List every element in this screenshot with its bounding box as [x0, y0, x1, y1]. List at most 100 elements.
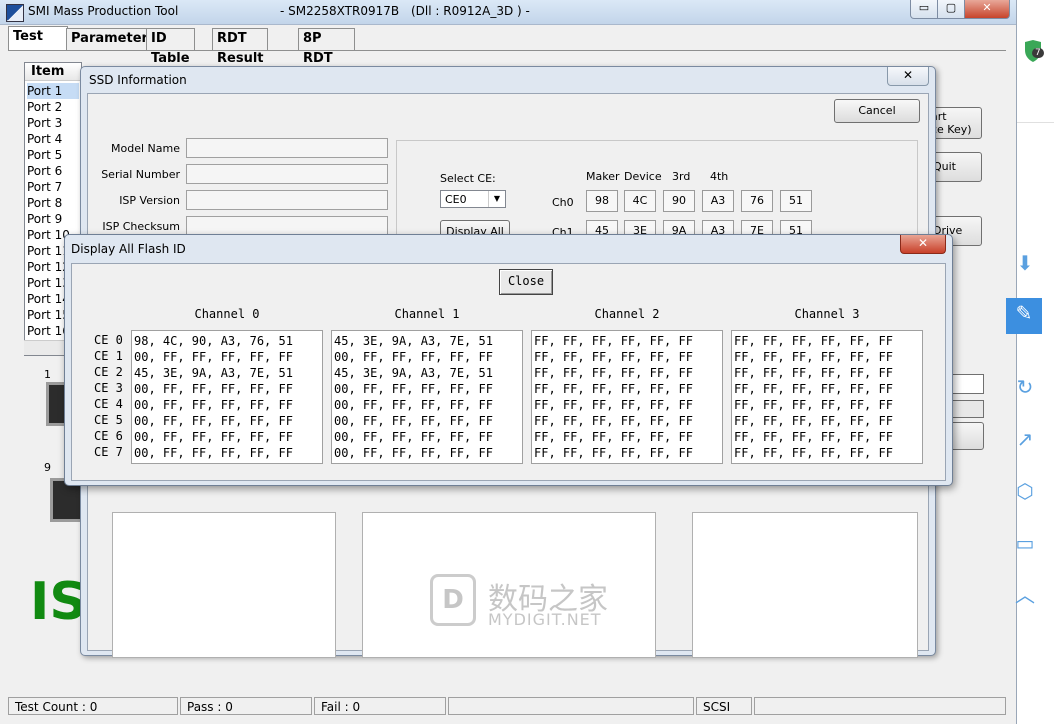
slot-number: 1: [44, 368, 51, 381]
isp-checksum-label: ISP Checksum: [102, 220, 180, 233]
id-row: FF, FF, FF, FF, FF, FF: [534, 430, 693, 444]
close-icon[interactable]: ✕: [887, 67, 929, 86]
device-header: Device: [624, 170, 662, 183]
app-title: SMI Mass Production Tool: [28, 4, 179, 18]
cancel-button[interactable]: Cancel: [834, 99, 920, 123]
third-header: 3rd: [672, 170, 691, 183]
flash-id-value: 76: [741, 190, 773, 212]
select-ce-label: Select CE:: [440, 172, 496, 185]
title-bar: SMI Mass Production Tool - SM2258XT R091…: [0, 0, 1016, 25]
id-row: FF, FF, FF, FF, FF, FF: [534, 398, 693, 412]
id-row: FF, FF, FF, FF, FF, FF: [734, 414, 893, 428]
ce-label: CE 7: [94, 445, 123, 459]
id-row: 00, FF, FF, FF, FF, FF: [134, 414, 293, 428]
dll-label: (Dll : R0912A_3D ) -: [411, 4, 530, 18]
tag-icon[interactable]: ⬡: [1010, 476, 1040, 506]
id-row: FF, FF, FF, FF, FF, FF: [534, 366, 693, 380]
tab-test[interactable]: Test: [8, 26, 68, 51]
id-row: 00, FF, FF, FF, FF, FF: [134, 430, 293, 444]
dialog-title: SSD Information: [89, 73, 187, 87]
list-item[interactable]: Port 8: [27, 195, 62, 211]
pass-count: Pass : 0: [180, 697, 312, 715]
id-row: 98, 4C, 90, A3, 76, 51: [134, 334, 293, 348]
channel-0-id-box[interactable]: 98, 4C, 90, A3, 76, 51 00, FF, FF, FF, F…: [131, 330, 323, 464]
close-icon[interactable]: ✕: [900, 235, 946, 254]
id-row: FF, FF, FF, FF, FF, FF: [734, 382, 893, 396]
info-pane[interactable]: [692, 512, 918, 658]
browser-sidebar: 7: [1017, 0, 1054, 724]
chevron-up-icon[interactable]: ︿: [1010, 580, 1040, 610]
channel-3-id-box[interactable]: FF, FF, FF, FF, FF, FF FF, FF, FF, FF, F…: [731, 330, 923, 464]
id-row: 00, FF, FF, FF, FF, FF: [134, 446, 293, 460]
isp-checksum-field[interactable]: [186, 216, 388, 236]
ce-select[interactable]: CE0 ▼: [440, 190, 506, 208]
model-name-field[interactable]: [186, 138, 388, 158]
divider: [1017, 122, 1054, 123]
info-pane[interactable]: [112, 512, 336, 658]
id-row: 00, FF, FF, FF, FF, FF: [134, 398, 293, 412]
tab-rdt-result[interactable]: RDT Result: [212, 28, 269, 66]
channel-2-id-box[interactable]: FF, FF, FF, FF, FF, FF FF, FF, FF, FF, F…: [531, 330, 723, 464]
ce-label: CE 1: [94, 349, 123, 363]
tab-id-table[interactable]: ID Table: [146, 28, 195, 66]
test-count: Test Count : 0: [8, 697, 178, 715]
flash-id-value: A3: [702, 190, 734, 212]
shield-icon[interactable]: 7: [1021, 38, 1047, 64]
share-icon[interactable]: ↗: [1010, 424, 1040, 454]
model-name-label: Model Name: [111, 142, 180, 155]
watermark-url: MYDIGIT.NET: [488, 610, 602, 629]
refresh-icon[interactable]: ↻: [1010, 372, 1040, 402]
tab-parameter[interactable]: Parameter: [66, 28, 153, 50]
quit-button[interactable]: Quit: [928, 152, 982, 182]
list-item[interactable]: Port 7: [27, 179, 62, 195]
serial-number-field[interactable]: [186, 164, 388, 184]
id-row: FF, FF, FF, FF, FF, FF: [534, 382, 693, 396]
ce-label: CE 6: [94, 429, 123, 443]
window-close-button[interactable]: ✕: [964, 0, 1010, 19]
id-row: FF, FF, FF, FF, FF, FF: [534, 414, 693, 428]
maker-header: Maker: [586, 170, 620, 183]
status-field: [754, 697, 1006, 715]
maximize-button[interactable]: ▢: [937, 0, 965, 19]
ce-label: CE 4: [94, 397, 123, 411]
comment-icon[interactable]: ▭: [1010, 528, 1040, 558]
id-row: FF, FF, FF, FF, FF, FF: [534, 334, 693, 348]
start-button[interactable]: art ce Key): [928, 107, 982, 139]
ce-label: CE 5: [94, 413, 123, 427]
list-item[interactable]: Port 6: [27, 163, 62, 179]
list-item[interactable]: Port 9: [27, 211, 62, 227]
list-item[interactable]: Port 1: [27, 83, 79, 99]
flash-id-value: 51: [780, 190, 812, 212]
fail-count: Fail : 0: [314, 697, 446, 715]
tab-8p-rdt-result[interactable]: 8P RDT Result: [298, 28, 355, 86]
list-item[interactable]: Port 4: [27, 131, 62, 147]
interface-label: SCSI: [696, 697, 752, 715]
ce-select-value: CE0: [445, 193, 467, 206]
id-row: 00, FF, FF, FF, FF, FF: [334, 350, 493, 364]
isp-version-field[interactable]: [186, 190, 388, 210]
list-item[interactable]: Port 5: [27, 147, 62, 163]
id-row: 00, FF, FF, FF, FF, FF: [334, 446, 493, 460]
id-row: FF, FF, FF, FF, FF, FF: [534, 350, 693, 364]
list-item[interactable]: Port 3: [27, 115, 62, 131]
id-row: 00, FF, FF, FF, FF, FF: [334, 382, 493, 396]
channel-1-id-box[interactable]: 45, 3E, 9A, A3, 7E, 51 00, FF, FF, FF, F…: [331, 330, 523, 464]
id-row: FF, FF, FF, FF, FF, FF: [734, 430, 893, 444]
list-item[interactable]: Port 2: [27, 99, 62, 115]
minimize-button[interactable]: ▭: [910, 0, 938, 19]
flash-id-dialog: Display All Flash ID ✕ Close Channel 0 C…: [64, 234, 953, 486]
download-icon[interactable]: ⬇: [1010, 248, 1040, 278]
channel-title: Channel 0: [194, 307, 260, 321]
id-row: FF, FF, FF, FF, FF, FF: [734, 398, 893, 412]
id-row: 00, FF, FF, FF, FF, FF: [134, 382, 293, 396]
channel-label: Ch0: [552, 196, 574, 209]
edit-icon[interactable]: ✎: [1006, 298, 1042, 334]
ce-label: CE 0: [94, 333, 123, 347]
chevron-down-icon: ▼: [488, 191, 505, 207]
app-icon: [6, 4, 24, 22]
controller-label: - SM2258XT: [280, 4, 352, 18]
close-button[interactable]: Close: [499, 269, 553, 295]
id-row: FF, FF, FF, FF, FF, FF: [734, 366, 893, 380]
id-row: 45, 3E, 9A, A3, 7E, 51: [334, 334, 493, 348]
tab-divider: [8, 50, 1006, 51]
